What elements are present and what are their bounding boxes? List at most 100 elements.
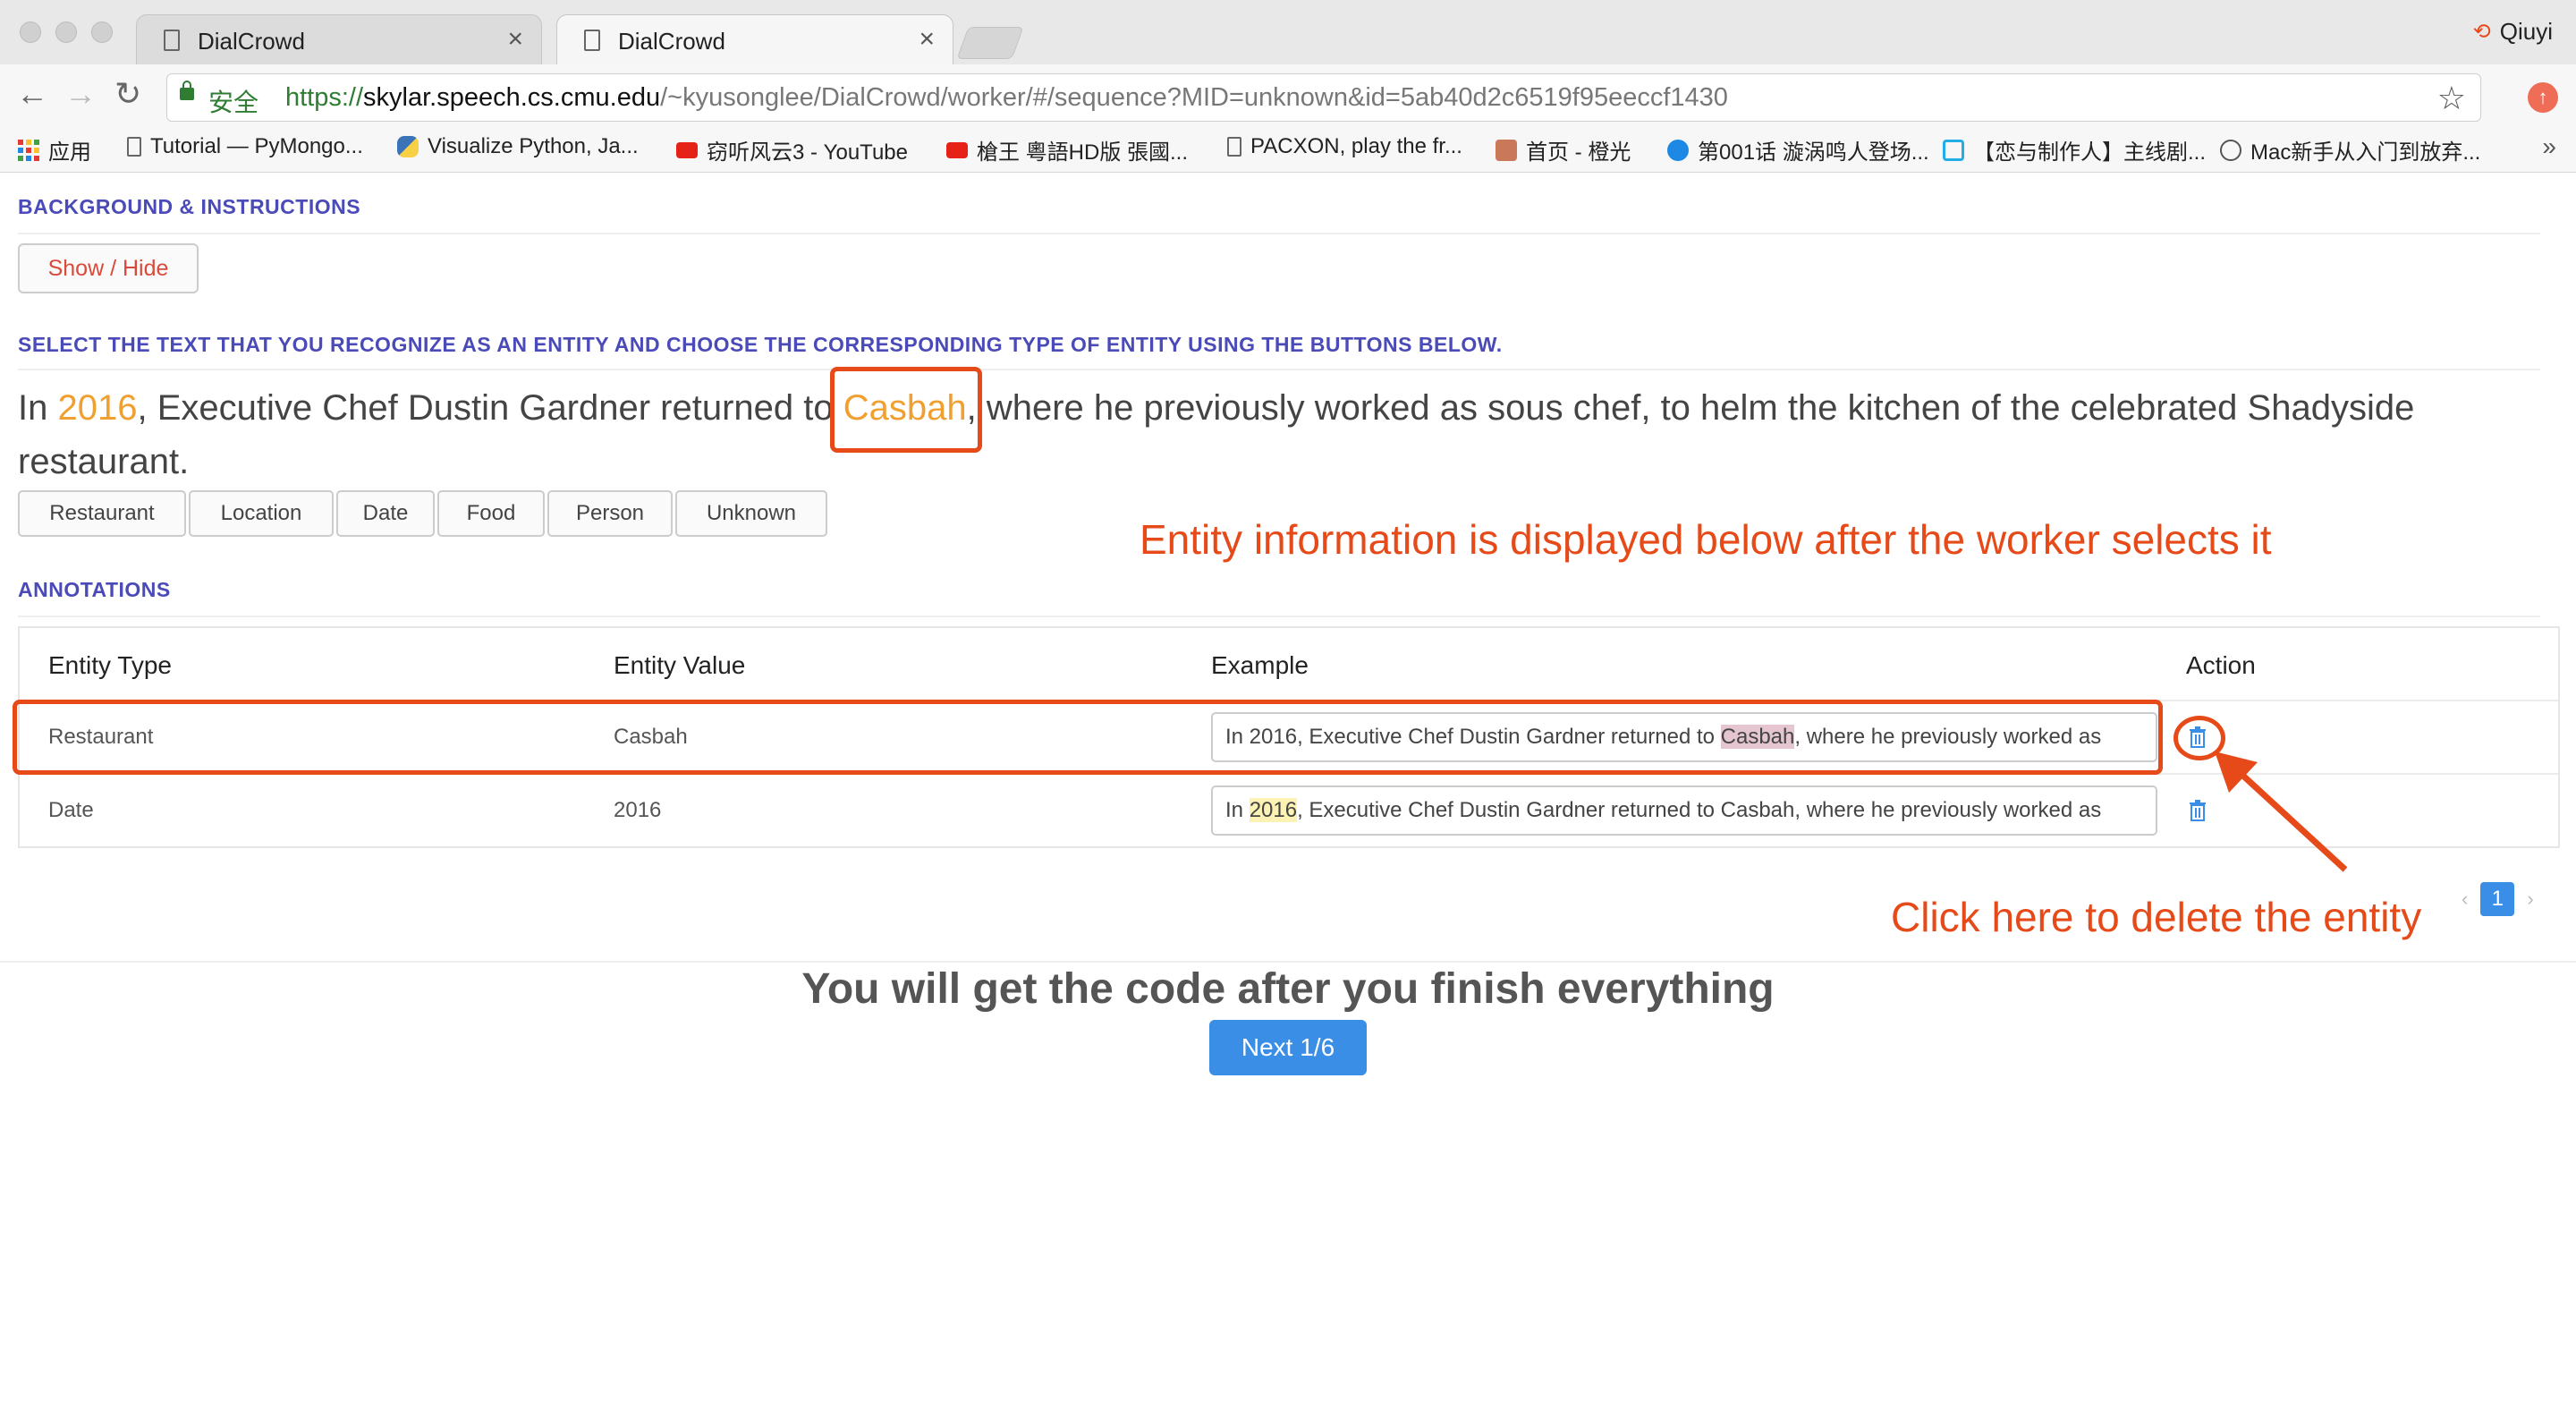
back-arrow-icon[interactable]: ← [16,75,48,113]
bookmark-item[interactable]: 首页 - 橙光 [1496,134,1631,166]
column-header-action: Action [2186,651,2256,679]
forward-arrow-icon[interactable]: → [64,75,97,113]
entity-type-location-button[interactable]: Location [189,490,334,537]
divider [18,233,2540,234]
document-icon [1227,137,1241,157]
site-icon [2220,139,2241,161]
table-row: Date 2016 In 2016, Executive Chef Dustin… [20,773,2558,848]
youtube-icon [676,141,698,158]
example-text: , Executive Chef Dustin Gardner returned… [1297,798,2102,822]
bookmark-label: Tutorial — PyMongo... [150,134,363,158]
python-icon [397,136,419,157]
bookmark-apps[interactable]: 应用 [18,134,91,166]
show-hide-button[interactable]: Show / Hide [18,243,199,293]
entity-type-buttons: Restaurant Location Date Food Person Unk… [18,490,830,537]
avatar-icon [1496,139,1517,161]
more-bookmarks-button[interactable]: » [2542,132,2556,161]
window-controls [20,21,113,43]
document-icon [164,30,180,51]
tab-strip: DialCrowd × DialCrowd × ⟲ Qiuyi [0,0,2576,64]
entity-type-date-button[interactable]: Date [336,490,435,537]
document-icon [127,137,141,157]
document-icon [584,30,600,51]
next-page-button[interactable]: › [2527,887,2533,911]
column-header-entity-type: Entity Type [48,651,173,679]
tab-title: DialCrowd [618,28,725,55]
bookmark-item[interactable]: Mac新手从入门到放弃... [2220,134,2480,166]
url-scheme: https:// [285,83,364,112]
bookmark-item[interactable]: Visualize Python, Ja... [397,134,639,159]
finish-message: You will get the code after you finish e… [801,965,1775,1013]
profile-button[interactable]: ⟲ Qiuyi [2473,18,2553,46]
restaurant-row-highlight-box [13,700,2163,775]
entity-info-callout: Entity information is displayed below af… [1140,516,2272,563]
lock-icon [180,81,194,100]
prev-page-button[interactable]: ‹ [2462,887,2468,911]
select-section-title: SELECT THE TEXT THAT YOU RECOGNIZE AS AN… [18,333,1503,356]
address-bar[interactable]: 安全 https://skylar.speech.cs.cmu.edu/~kyu… [166,73,2481,122]
next-button[interactable]: Next 1/6 [1209,1020,1367,1075]
column-header-example: Example [1211,651,1309,679]
new-tab-button[interactable] [956,27,1024,59]
tab-close-button[interactable]: × [507,24,523,55]
bookmark-item[interactable]: 槍王 粵語HD版 張國... [946,134,1188,166]
annotations-section-title: ANNOTATIONS [18,578,171,601]
bookmark-item[interactable]: Tutorial — PyMongo... [127,134,363,159]
bookmark-item[interactable]: 【恋与制作人】主线剧... [1943,134,2206,166]
tab-dialcrowd-1[interactable]: DialCrowd × [136,14,542,64]
profile-name: Qiuyi [2499,18,2553,45]
bookmark-item[interactable]: 第001话 漩涡鸣人登场... [1667,134,1929,166]
divider [18,616,2540,617]
entity-type-cell: Date [48,798,94,822]
delete-callout: Click here to delete the entity [1891,894,2422,940]
bookmark-item[interactable]: 窃听风云3 - YouTube [676,134,908,166]
tab-dialcrowd-2[interactable]: DialCrowd × [556,14,953,64]
bookmark-star-icon[interactable]: ☆ [2437,80,2466,117]
secure-label: 安全 [208,89,259,116]
casbah-highlight-box [830,367,982,453]
extension-icon[interactable]: ↑ [2528,82,2558,113]
column-header-entity-value: Entity Value [614,651,746,679]
bookmark-label: 第001话 漩涡鸣人登场... [1698,140,1929,165]
page-1-button[interactable]: 1 [2480,882,2515,916]
entity-value-cell: 2016 [614,798,662,822]
url-host: skylar.speech.cs.cmu.edu [363,83,661,112]
background-section-title: BACKGROUND & INSTRUCTIONS [18,195,361,218]
tab-title: DialCrowd [198,28,305,55]
sentence-text: In [18,388,58,428]
close-window-button[interactable] [20,21,41,43]
url-path: /~kyusonglee/DialCrowd/worker/#/sequence… [660,83,1728,112]
entity-type-restaurant-button[interactable]: Restaurant [18,490,186,537]
sentence-text: , Executive Chef Dustin Gardner returned… [137,388,843,428]
divider [18,369,2540,370]
bookmark-label: 【恋与制作人】主线剧... [1973,140,2207,165]
bookmark-item[interactable]: PACXON, play the fr... [1227,134,1462,159]
play-icon [1667,139,1689,161]
bookmarks-bar: 应用 Tutorial — PyMongo... Visualize Pytho… [0,131,2576,173]
bilibili-icon [1943,139,1964,161]
reload-icon[interactable]: ↻ [114,75,141,113]
bookmark-label: 首页 - 橙光 [1526,140,1631,165]
youtube-icon [946,141,968,158]
trash-icon[interactable] [2188,800,2207,821]
maximize-window-button[interactable] [91,21,113,43]
selected-entity-date[interactable]: 2016 [57,388,137,428]
pagination: ‹ 1 › [2462,882,2534,916]
apps-grid-icon [18,139,39,161]
tab-close-button[interactable]: × [919,24,935,55]
entity-type-unknown-button[interactable]: Unknown [675,490,827,537]
example-highlight: 2016 [1249,798,1298,822]
url-text[interactable]: https://skylar.speech.cs.cmu.edu/~kyuson… [285,83,1728,113]
bookmark-label: 槍王 粵語HD版 張國... [977,140,1189,165]
bookmark-label: PACXON, play the fr... [1250,134,1462,158]
task-sentence[interactable]: In 2016, Executive Chef Dustin Gardner r… [18,381,2522,488]
minimize-window-button[interactable] [55,21,77,43]
entity-type-person-button[interactable]: Person [547,490,673,537]
delete-arrow-icon [2215,751,2348,872]
divider [0,961,2576,963]
example-text: In [1225,798,1250,822]
bookmark-label: Visualize Python, Ja... [428,134,639,158]
entity-type-food-button[interactable]: Food [437,490,545,537]
profile-icon: ⟲ [2472,20,2491,44]
bookmark-label: 应用 [48,140,91,165]
